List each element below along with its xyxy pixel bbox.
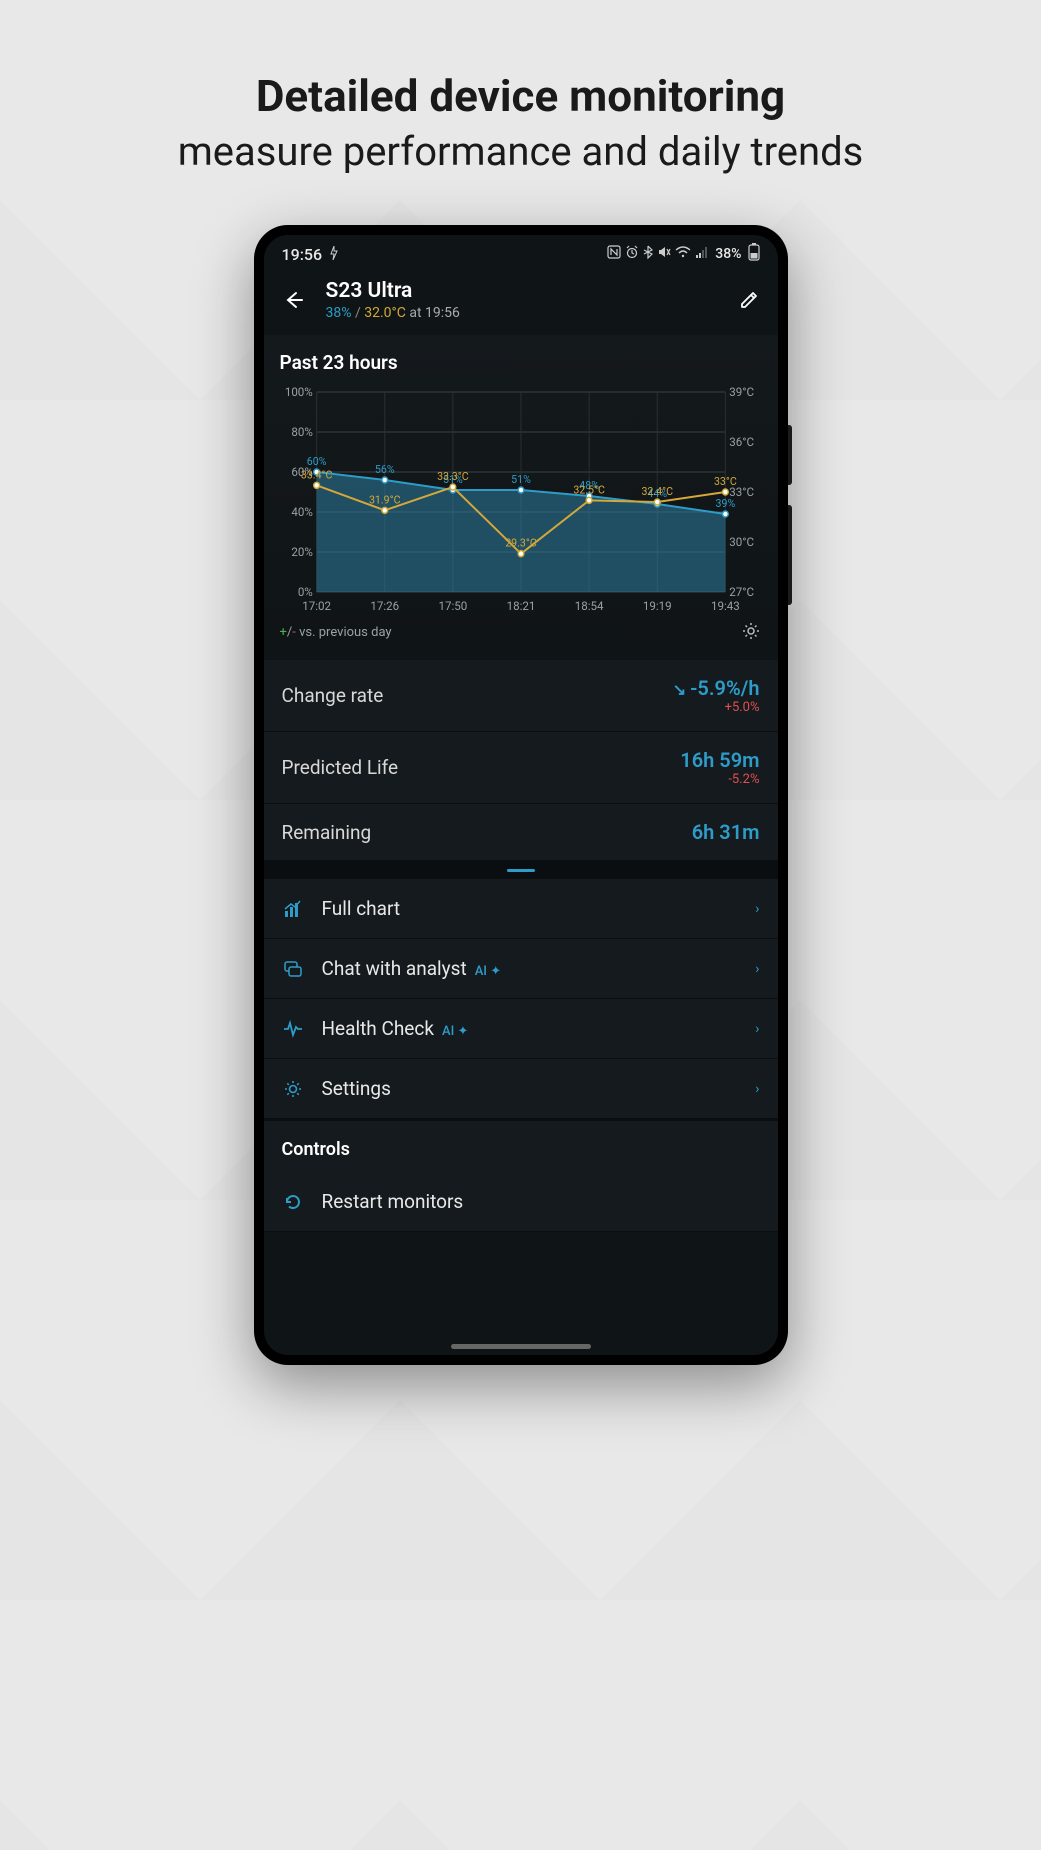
ai-badge: AI ✦ xyxy=(442,1024,468,1039)
svg-text:60%: 60% xyxy=(306,455,326,468)
stat-label: Change rate xyxy=(282,684,384,707)
battery-icon xyxy=(748,243,760,265)
svg-text:27°C: 27°C xyxy=(729,585,754,599)
menu-list: Full chart › Chat with analystAI ✦ › Hea… xyxy=(264,879,778,1119)
chart-title: Past 23 hours xyxy=(280,351,762,374)
chevron-right-icon: › xyxy=(755,901,759,917)
alarm-icon xyxy=(625,245,639,263)
header-temp: 32.0°C xyxy=(364,305,406,321)
svg-text:39°C: 39°C xyxy=(729,386,754,399)
svg-text:32.4°C: 32.4°C xyxy=(641,485,673,498)
status-bar: 19:56 38% xyxy=(264,235,778,271)
pulse-icon xyxy=(282,1018,304,1040)
signal-icon xyxy=(695,246,709,262)
menu-label: Full chart xyxy=(322,897,738,920)
menu-label: Settings xyxy=(322,1077,738,1100)
stat-remaining[interactable]: Remaining 6h 31m xyxy=(264,804,778,861)
svg-text:56%: 56% xyxy=(374,463,394,476)
stats-list: Change rate ↘-5.9%/h +5.0% Predicted Lif… xyxy=(264,660,778,861)
drag-handle[interactable] xyxy=(264,861,778,879)
chevron-right-icon: › xyxy=(755,1081,759,1097)
app-header: S23 Ultra 38% / 32.0°C at 19:56 xyxy=(264,271,778,335)
stat-label: Predicted Life xyxy=(282,756,399,779)
svg-text:33.3°C: 33.3°C xyxy=(437,470,469,483)
wifi-icon xyxy=(675,246,691,262)
mute-icon xyxy=(657,245,671,263)
controls-header: Controls xyxy=(264,1119,778,1172)
svg-text:18:54: 18:54 xyxy=(574,599,603,613)
promo-title: Detailed device monitoring xyxy=(256,70,785,122)
chevron-right-icon: › xyxy=(755,961,759,977)
device-subtitle: 38% / 32.0°C at 19:56 xyxy=(326,305,716,321)
menu-chat-analyst[interactable]: Chat with analystAI ✦ › xyxy=(264,939,778,999)
screen: 19:56 38% xyxy=(264,235,778,1355)
svg-text:19:43: 19:43 xyxy=(710,599,739,613)
phone-side-button xyxy=(788,505,792,605)
device-title: S23 Ultra xyxy=(326,279,716,303)
menu-label: Restart monitors xyxy=(322,1190,760,1213)
chart-icon xyxy=(282,898,304,920)
bluetooth-icon xyxy=(643,245,653,263)
menu-label: Chat with analystAI ✦ xyxy=(322,957,738,980)
svg-text:19:19: 19:19 xyxy=(642,599,671,613)
trend-down-icon: ↘ xyxy=(673,680,686,699)
svg-text:33°C: 33°C xyxy=(713,475,736,488)
svg-text:80%: 80% xyxy=(291,425,313,439)
header-battery-pct: 38% xyxy=(326,305,352,321)
svg-text:32.5°C: 32.5°C xyxy=(573,483,605,496)
phone-frame: 19:56 38% xyxy=(254,225,788,1365)
ai-badge: AI ✦ xyxy=(475,964,501,979)
chart[interactable]: 0% 20% 40% 60% 80% 100% 27°C 30°C 33°C 36°C 39°C 17… xyxy=(280,386,762,616)
promo-subtitle: measure performance and daily trends xyxy=(178,128,864,175)
status-time: 19:56 xyxy=(282,245,323,264)
svg-text:17:50: 17:50 xyxy=(438,599,467,613)
stat-change-rate[interactable]: Change rate ↘-5.9%/h +5.0% xyxy=(264,660,778,732)
svg-text:18:21: 18:21 xyxy=(506,599,535,613)
svg-text:51%: 51% xyxy=(511,473,531,486)
svg-text:36°C: 36°C xyxy=(729,435,754,449)
svg-text:17:26: 17:26 xyxy=(370,599,399,613)
svg-text:0%: 0% xyxy=(297,585,312,599)
vs-previous-label: +/- vs. previous day xyxy=(280,625,392,640)
chevron-right-icon: › xyxy=(755,1021,759,1037)
svg-text:33.4°C: 33.4°C xyxy=(300,468,332,481)
chart-settings-button[interactable] xyxy=(742,622,762,642)
menu-health-check[interactable]: Health CheckAI ✦ › xyxy=(264,999,778,1059)
svg-text:17:02: 17:02 xyxy=(302,599,331,613)
chart-section: Past 23 hours 0% 20% 40% 60% 80% 100% 27°C 30°C… xyxy=(264,335,778,654)
stat-value: 6h 31m xyxy=(692,820,760,844)
nfc-icon xyxy=(607,245,621,263)
menu-restart-monitors[interactable]: Restart monitors xyxy=(264,1172,778,1232)
phone-side-button xyxy=(788,425,792,485)
svg-text:30°C: 30°C xyxy=(729,535,754,549)
svg-text:39%: 39% xyxy=(715,497,735,510)
back-button[interactable] xyxy=(280,287,306,313)
svg-text:29.3°C: 29.3°C xyxy=(505,536,537,549)
restart-icon xyxy=(282,1191,304,1213)
charging-icon xyxy=(328,245,340,264)
menu-settings[interactable]: Settings › xyxy=(264,1059,778,1119)
stat-label: Remaining xyxy=(282,821,372,844)
chat-icon xyxy=(282,958,304,980)
svg-text:20%: 20% xyxy=(291,545,313,559)
stat-delta: -5.2% xyxy=(680,772,759,787)
menu-label: Health CheckAI ✦ xyxy=(322,1017,738,1040)
svg-text:31.9°C: 31.9°C xyxy=(368,493,400,506)
status-battery-text: 38% xyxy=(715,246,741,262)
stat-predicted-life[interactable]: Predicted Life 16h 59m -5.2% xyxy=(264,732,778,804)
stat-value: 16h 59m xyxy=(680,748,759,772)
menu-full-chart[interactable]: Full chart › xyxy=(264,879,778,939)
gear-icon xyxy=(282,1078,304,1100)
stat-delta: +5.0% xyxy=(673,700,760,715)
svg-text:100%: 100% xyxy=(284,386,312,399)
svg-text:40%: 40% xyxy=(291,505,313,519)
edit-button[interactable] xyxy=(736,287,762,313)
nav-pill[interactable] xyxy=(451,1344,591,1349)
stat-value: ↘-5.9%/h xyxy=(673,676,760,700)
